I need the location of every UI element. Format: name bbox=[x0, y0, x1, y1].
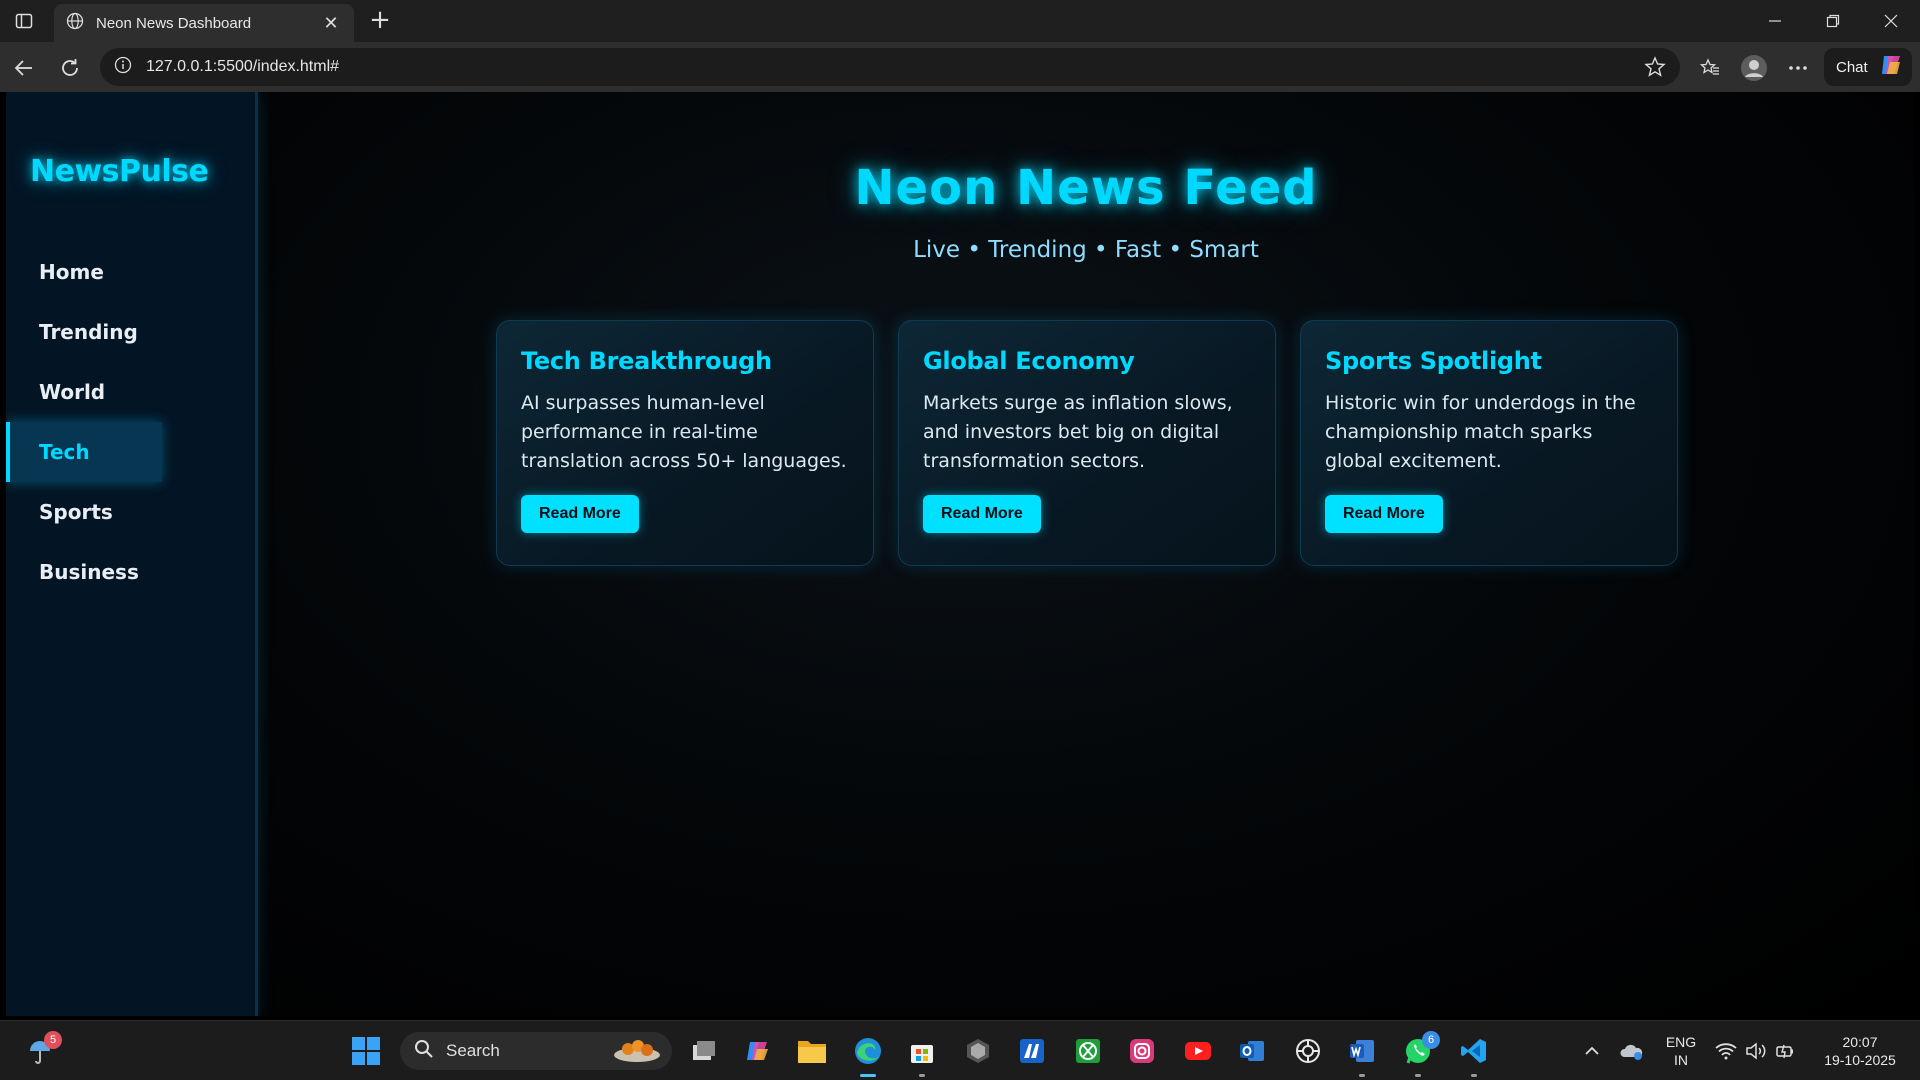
search-label: Search bbox=[446, 1041, 500, 1060]
minimize-icon[interactable] bbox=[1760, 8, 1790, 34]
tab-title: Neon News Dashboard bbox=[96, 14, 252, 32]
outlook-icon[interactable] bbox=[1236, 1035, 1268, 1067]
read-more-button[interactable]: Read More bbox=[923, 495, 1041, 533]
close-window-icon[interactable] bbox=[1876, 8, 1906, 34]
weather-badge: 5 bbox=[44, 1031, 62, 1049]
region-code: IN bbox=[1674, 1052, 1688, 1068]
card-title: Global Economy bbox=[923, 347, 1135, 375]
running-indicator bbox=[919, 1074, 925, 1077]
whatsapp-icon[interactable]: 6 bbox=[1402, 1031, 1440, 1077]
language-indicator[interactable]: ENG IN bbox=[1660, 1033, 1702, 1069]
clock[interactable]: 20:07 19-10-2025 bbox=[1810, 1033, 1910, 1069]
news-card: Global Economy Markets surge as inflatio… bbox=[898, 320, 1276, 566]
card-title: Sports Spotlight bbox=[1325, 347, 1542, 375]
onedrive-icon[interactable] bbox=[1616, 1035, 1648, 1067]
read-more-button[interactable]: Read More bbox=[521, 495, 639, 533]
sidebar-item-trending[interactable]: Trending bbox=[6, 302, 258, 362]
sidebar: NewsPulse Home Trending World Tech Sport… bbox=[6, 92, 258, 1016]
battery-icon[interactable] bbox=[1770, 1035, 1802, 1067]
url-bar[interactable]: 127.0.0.1:5500/index.html# bbox=[100, 48, 1680, 86]
copilot-chat-button[interactable]: Chat bbox=[1824, 48, 1912, 86]
search-highlight-icon bbox=[612, 1035, 662, 1067]
page-tagline: Live • Trending • Fast • Smart bbox=[913, 237, 1259, 263]
instagram-icon[interactable] bbox=[1126, 1035, 1158, 1067]
news-card-list: Tech Breakthrough AI surpasses human-lev… bbox=[496, 320, 1680, 566]
microsoft-store-icon[interactable] bbox=[906, 1035, 938, 1077]
news-card: Sports Spotlight Historic win for underd… bbox=[1300, 320, 1678, 566]
app-m-icon[interactable] bbox=[1016, 1035, 1048, 1067]
sidebar-item-world[interactable]: World bbox=[6, 362, 258, 422]
sidebar-item-business[interactable]: Business bbox=[6, 542, 258, 602]
chatgpt-icon[interactable] bbox=[1292, 1035, 1324, 1067]
sidebar-toggle-icon[interactable] bbox=[12, 9, 36, 33]
card-text: AI surpasses human-level performance in … bbox=[521, 392, 847, 472]
url-text[interactable]: 127.0.0.1:5500/index.html# bbox=[146, 58, 339, 76]
new-tab-button[interactable]: + bbox=[366, 7, 394, 35]
task-view-icon[interactable] bbox=[688, 1035, 720, 1067]
card-text: Markets surge as inflation slows, and in… bbox=[923, 392, 1233, 472]
more-options-icon[interactable] bbox=[1784, 54, 1812, 82]
copilot-app-icon[interactable] bbox=[742, 1035, 774, 1067]
refresh-icon[interactable] bbox=[56, 54, 84, 82]
close-tab-icon[interactable]: ✕ bbox=[320, 13, 342, 34]
browser-tab-bar: Neon News Dashboard ✕ + bbox=[0, 0, 1920, 42]
browser-tab[interactable]: Neon News Dashboard ✕ bbox=[54, 4, 354, 42]
file-explorer-icon[interactable] bbox=[796, 1035, 828, 1067]
vscode-icon[interactable] bbox=[1458, 1035, 1490, 1077]
sidebar-nav: Home Trending World Tech Sports Business bbox=[6, 242, 258, 602]
taskbar: 5 Search 6 ENG IN 20:07 19-10-2025 bbox=[0, 1020, 1920, 1080]
news-card: Tech Breakthrough AI surpasses human-lev… bbox=[496, 320, 874, 566]
card-text: Historic win for underdogs in the champi… bbox=[1325, 392, 1636, 472]
clock-date: 19-10-2025 bbox=[1824, 1052, 1896, 1068]
favorites-icon[interactable] bbox=[1696, 54, 1724, 82]
read-more-button[interactable]: Read More bbox=[1325, 495, 1443, 533]
word-icon[interactable] bbox=[1346, 1035, 1378, 1077]
page-viewport: NewsPulse Home Trending World Tech Sport… bbox=[6, 92, 1914, 1016]
info-icon[interactable] bbox=[114, 56, 132, 78]
whatsapp-badge: 6 bbox=[1422, 1031, 1440, 1049]
volume-icon[interactable] bbox=[1740, 1035, 1772, 1067]
edge-browser-icon[interactable] bbox=[852, 1035, 884, 1077]
youtube-icon[interactable] bbox=[1182, 1035, 1214, 1067]
favorite-star-icon[interactable] bbox=[1644, 56, 1666, 82]
page-title: Neon News Feed bbox=[854, 160, 1318, 216]
windows-start-icon[interactable] bbox=[350, 1035, 382, 1067]
brand-logo[interactable]: NewsPulse bbox=[30, 154, 209, 189]
search-icon bbox=[414, 1039, 434, 1063]
unity-hub-icon[interactable] bbox=[962, 1035, 994, 1067]
xbox-icon[interactable] bbox=[1072, 1035, 1104, 1067]
taskbar-search[interactable]: Search bbox=[400, 1032, 672, 1070]
active-indicator bbox=[860, 1074, 876, 1077]
wifi-icon[interactable] bbox=[1710, 1035, 1742, 1067]
sidebar-item-tech[interactable]: Tech bbox=[6, 422, 162, 482]
back-arrow-icon[interactable] bbox=[10, 54, 38, 82]
card-title: Tech Breakthrough bbox=[521, 347, 772, 375]
address-toolbar: 127.0.0.1:5500/index.html# Chat bbox=[0, 42, 1920, 92]
sidebar-item-sports[interactable]: Sports bbox=[6, 482, 258, 542]
globe-icon bbox=[66, 12, 84, 34]
chevron-up-icon[interactable] bbox=[1576, 1035, 1608, 1067]
running-indicator bbox=[1359, 1074, 1365, 1077]
language-code: ENG bbox=[1665, 1034, 1697, 1050]
chat-label: Chat bbox=[1836, 58, 1868, 76]
weather-widget-icon[interactable]: 5 bbox=[24, 1031, 62, 1067]
clock-time: 20:07 bbox=[1842, 1034, 1878, 1050]
restore-icon[interactable] bbox=[1818, 8, 1848, 34]
running-indicator bbox=[1471, 1074, 1477, 1077]
sidebar-item-home[interactable]: Home bbox=[6, 242, 258, 302]
profile-avatar-icon[interactable] bbox=[1740, 54, 1768, 82]
running-indicator bbox=[1415, 1074, 1421, 1077]
copilot-icon bbox=[1878, 52, 1904, 82]
